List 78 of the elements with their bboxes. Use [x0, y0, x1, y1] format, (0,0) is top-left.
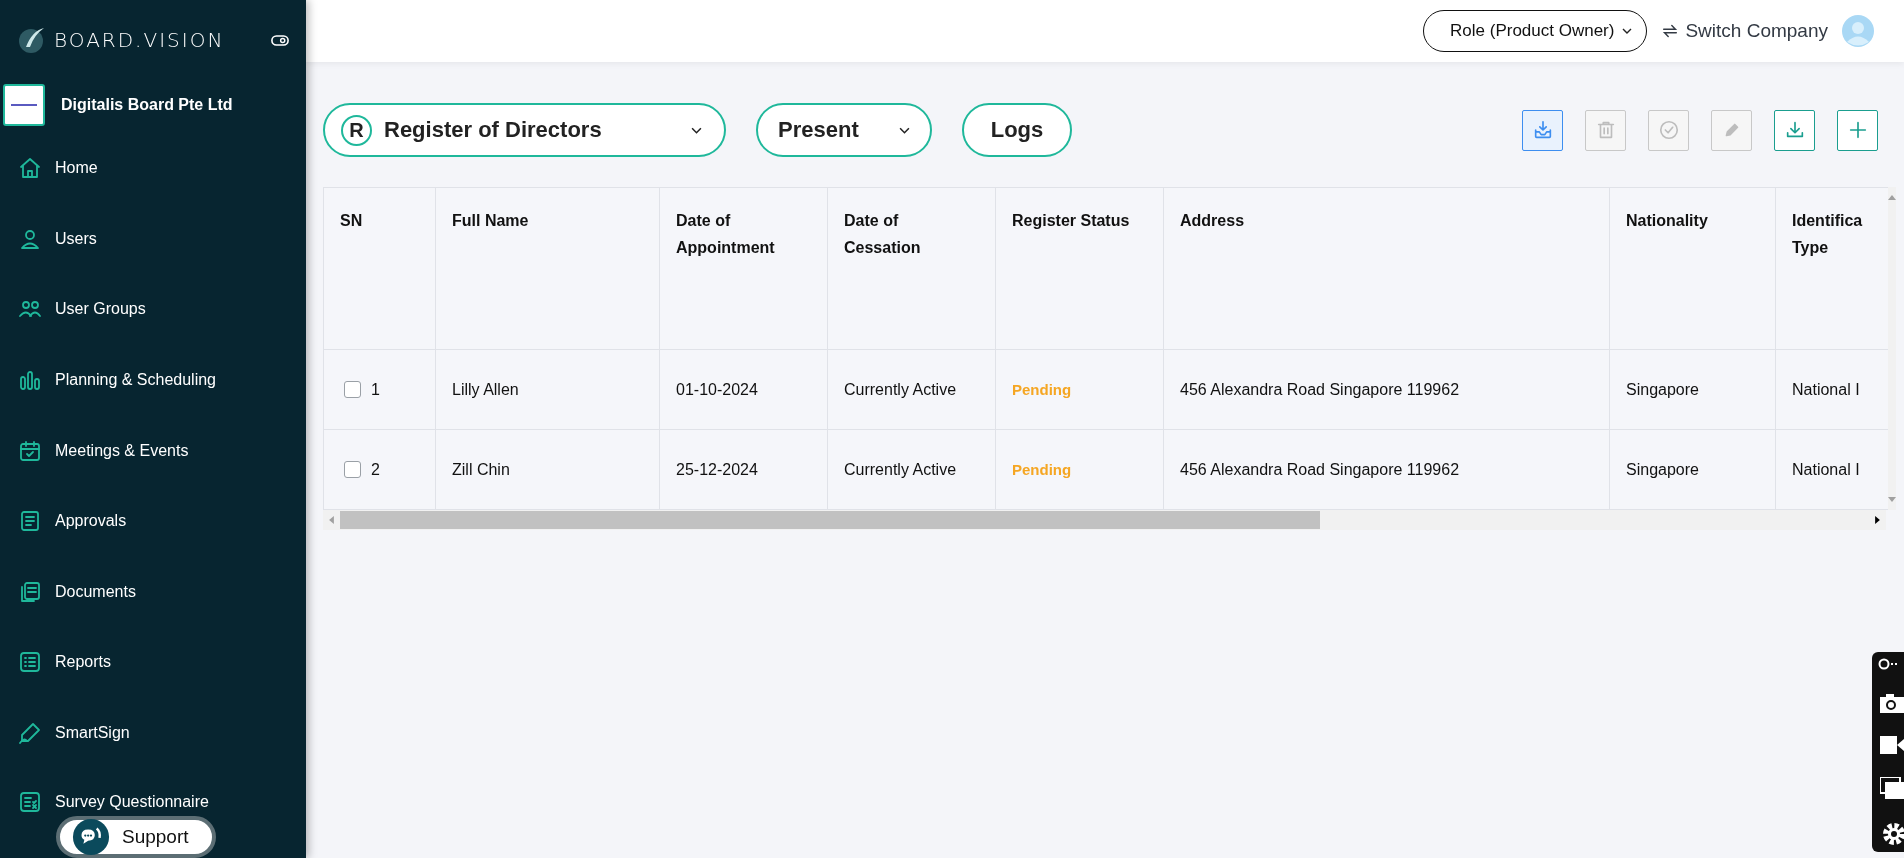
table-cell: 01-10-2024	[676, 380, 758, 398]
table-cell: Lilly Allen	[452, 380, 519, 398]
scroll-down-icon[interactable]	[1887, 497, 1896, 502]
list-icon	[18, 650, 42, 675]
horizontal-scrollbar[interactable]	[323, 510, 1886, 530]
table-cell: Currently Active	[844, 460, 957, 478]
support-button[interactable]: Support	[56, 816, 216, 858]
sidebar-item[interactable]: Home	[0, 133, 306, 204]
caret-icon	[691, 126, 702, 134]
table-cell: Currently Active	[844, 380, 957, 398]
avatar-icon[interactable]	[1842, 15, 1874, 47]
role-dropdown[interactable]: Role (Product Owner)	[1423, 10, 1648, 52]
scroll-right-icon[interactable]	[1875, 516, 1880, 524]
link-icon[interactable]	[1878, 658, 1898, 670]
table-cell: 456 Alexandra Road Singapore 119962	[1180, 380, 1460, 398]
status-label: Pending	[1012, 380, 1072, 398]
windows-icon[interactable]	[1880, 777, 1904, 799]
column-header: Date of Cessation	[827, 187, 996, 350]
sidebar-item[interactable]: Survey Questionnaire	[0, 790, 306, 815]
pen-icon	[18, 721, 42, 746]
sidebar-item[interactable]: Meetings & Events	[0, 415, 306, 486]
serial-number: 1	[371, 380, 380, 398]
company-name: Digitalis Board Pte Ltd	[61, 96, 233, 114]
home-icon	[18, 156, 42, 181]
sidebar-item[interactable]: SmartSign	[0, 697, 306, 769]
table-cell: Singapore	[1626, 460, 1699, 478]
document-icon	[18, 509, 42, 534]
sidebar-item[interactable]: Documents	[0, 556, 306, 628]
add-button[interactable]	[1837, 109, 1878, 151]
register-dropdown[interactable]: R Register of Directors	[323, 103, 726, 157]
logo-icon	[16, 25, 46, 55]
column-header: Address	[1163, 187, 1610, 350]
row-checkbox[interactable]	[344, 461, 361, 479]
register-badge: R	[341, 114, 372, 146]
column-header: SN	[323, 187, 436, 350]
video-icon[interactable]	[1880, 736, 1904, 754]
camera-icon[interactable]	[1880, 693, 1904, 713]
column-header: Nationality	[1609, 187, 1776, 350]
download-button[interactable]	[1774, 109, 1815, 151]
table-cell: Singapore	[1626, 380, 1699, 398]
switch-company-link[interactable]: Switch Company	[1661, 20, 1828, 42]
gear-icon[interactable]	[1880, 822, 1904, 846]
column-header: Full Name	[435, 187, 660, 350]
calendar-icon	[18, 438, 42, 463]
brand-name: BOARD.VISION	[54, 28, 226, 52]
sidebar-item[interactable]: Approvals	[0, 485, 306, 557]
company-logo	[3, 84, 45, 126]
table-cell: National I	[1792, 380, 1860, 398]
checklist-icon	[18, 790, 42, 815]
sidebar-item[interactable]: Users	[0, 203, 306, 275]
table-cell: Zill Chin	[452, 460, 510, 478]
import-button[interactable]	[1522, 109, 1563, 151]
chat-icon	[72, 818, 110, 856]
scroll-up-icon[interactable]	[1887, 195, 1896, 200]
status-label: Pending	[1012, 460, 1072, 478]
swap-icon	[1661, 22, 1680, 40]
register-label: Register of Directors	[384, 117, 603, 143]
toggle-icon[interactable]	[271, 34, 289, 46]
caret-icon	[1622, 28, 1633, 34]
sidebar-item[interactable]: Planning & Scheduling	[0, 344, 306, 416]
check-circle-icon	[1657, 119, 1680, 141]
table-cell: 25-12-2024	[676, 460, 758, 478]
table-cell: 456 Alexandra Road Singapore 119962	[1180, 460, 1460, 478]
period-dropdown[interactable]: Present	[756, 103, 932, 157]
bar-chart-icon	[18, 368, 42, 393]
sidebar-item[interactable]: User Groups	[0, 274, 306, 345]
vertical-scrollbar[interactable]	[1887, 187, 1896, 510]
table-cell: National I	[1792, 460, 1860, 478]
logs-button[interactable]: Logs	[961, 103, 1073, 157]
column-header: Identifica Type	[1775, 187, 1888, 350]
caret-icon	[898, 126, 910, 134]
column-header: Register Status	[995, 187, 1164, 350]
column-header: Date of Appointment	[659, 187, 828, 350]
documents-icon	[18, 579, 42, 604]
row-checkbox[interactable]	[344, 381, 361, 399]
sidebar-item[interactable]: Reports	[0, 627, 306, 698]
scroll-left-icon[interactable]	[329, 516, 334, 524]
serial-number: 2	[371, 460, 380, 478]
